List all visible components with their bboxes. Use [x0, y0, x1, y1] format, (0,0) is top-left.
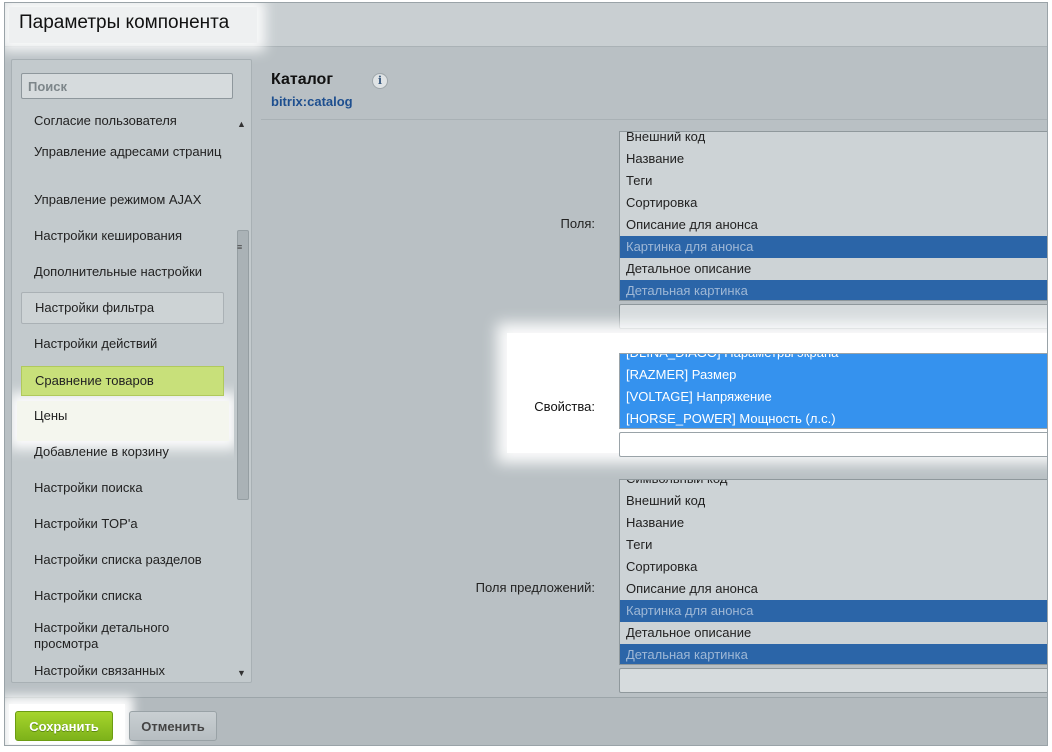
dialog-title: Параметры компонента	[19, 12, 230, 33]
fields-extra-input[interactable]	[619, 304, 1047, 329]
component-code: bitrix:catalog	[271, 94, 353, 109]
search-input[interactable]	[21, 73, 233, 99]
offer-fields-extra-input[interactable]	[619, 668, 1047, 693]
cancel-button[interactable]: Отменить	[129, 711, 217, 741]
properties-listbox[interactable]: [DLINA_DIAGO] Параметры экрана [RAZMER] …	[619, 353, 1047, 429]
sidebar-item-related[interactable]: Настройки связанных	[21, 663, 224, 678]
info-icon[interactable]: i	[372, 73, 388, 89]
component-settings-content: Каталог i bitrix:catalog Поля: Внешний к…	[261, 59, 1047, 699]
fields-option[interactable]: Теги	[620, 170, 1047, 192]
offer-fields-option[interactable]: Символьный код	[620, 480, 1047, 490]
component-settings-dialog: Параметры компонента Согласие пользовате…	[4, 2, 1048, 746]
sidebar-item-actions[interactable]: Настройки действий	[21, 336, 224, 352]
sidebar-item-ajax-mode[interactable]: Управление режимом AJAX	[21, 192, 224, 208]
scroll-thumb[interactable]	[237, 230, 249, 500]
sidebar-item-search[interactable]: Настройки поиска	[21, 480, 224, 496]
offer-fields-listbox[interactable]: Символьный код Внешний код Название Теги…	[619, 479, 1047, 665]
offer-fields-option-selected[interactable]: Картинка для анонса	[620, 600, 1047, 622]
fields-option[interactable]: Внешний код	[620, 132, 1047, 148]
sidebar-scrollbar[interactable]: ▲ ≡ ▼	[235, 116, 251, 678]
fields-option-selected[interactable]: Детальная картинка	[620, 280, 1047, 300]
save-button[interactable]: Сохранить	[15, 711, 113, 741]
fields-option[interactable]: Описание для анонса	[620, 214, 1047, 236]
sidebar-item-list[interactable]: Настройки списка	[21, 588, 224, 604]
scroll-down-arrow-icon[interactable]: ▼	[237, 668, 246, 678]
offer-fields-option[interactable]: Детальное описание	[620, 622, 1047, 644]
sidebar-item-detail[interactable]: Настройки детального просмотра	[21, 620, 224, 652]
sidebar-item-additional[interactable]: Дополнительные настройки	[21, 264, 224, 280]
settings-groups-list: Согласие пользователя Управление адресам…	[12, 108, 234, 678]
sidebar-item-prices[interactable]: Цены	[21, 408, 224, 424]
dialog-footer: Сохранить Отменить	[5, 697, 1047, 745]
fields-option[interactable]: Сортировка	[620, 192, 1047, 214]
fields-option-selected[interactable]: Картинка для анонса	[620, 236, 1047, 258]
properties-option-selected[interactable]: [DLINA_DIAGO] Параметры экрана	[620, 354, 1047, 364]
header-divider	[261, 119, 1047, 120]
dialog-titlebar: Параметры компонента	[5, 3, 1047, 47]
fields-option[interactable]: Название	[620, 148, 1047, 170]
properties-option-selected[interactable]: [VOLTAGE] Напряжение	[620, 386, 1047, 408]
settings-groups-panel: Согласие пользователя Управление адресам…	[11, 59, 252, 683]
offer-fields-option[interactable]: Внешний код	[620, 490, 1047, 512]
fields-option[interactable]: Детальное описание	[620, 258, 1047, 280]
offer-fields-option[interactable]: Теги	[620, 534, 1047, 556]
sidebar-item-caching[interactable]: Настройки кеширования	[21, 228, 224, 244]
properties-option-selected[interactable]: [RAZMER] Размер	[620, 364, 1047, 386]
sidebar-item-page-addresses[interactable]: Управление адресами страниц	[21, 144, 224, 160]
properties-option-selected[interactable]: [HORSE_POWER] Мощность (л.с.)	[620, 408, 1047, 428]
offer-fields-option[interactable]: Название	[620, 512, 1047, 534]
offer-fields-option[interactable]: Сортировка	[620, 556, 1047, 578]
component-title: Каталог	[271, 71, 333, 88]
properties-extra-input[interactable]	[619, 432, 1047, 457]
sidebar-item-add-to-cart[interactable]: Добавление в корзину	[21, 444, 224, 460]
sidebar-item-section-list[interactable]: Настройки списка разделов	[21, 552, 224, 568]
sidebar-item-top[interactable]: Настройки TOP'а	[21, 516, 224, 532]
scroll-up-arrow-icon[interactable]: ▲	[237, 119, 246, 129]
properties-label: Свойства:	[534, 399, 595, 414]
offer-fields-option-selected[interactable]: Детальная картинка	[620, 644, 1047, 664]
sidebar-item-filter[interactable]: Настройки фильтра	[21, 292, 224, 324]
offer-fields-option[interactable]: Описание для анонса	[620, 578, 1047, 600]
sidebar-item-compare[interactable]: Сравнение товаров	[21, 366, 224, 396]
offer-fields-label: Поля предложений:	[475, 580, 595, 595]
scroll-grip-icon: ≡	[237, 242, 243, 252]
fields-label: Поля:	[560, 216, 595, 231]
sidebar-item-user-consent[interactable]: Согласие пользователя	[21, 113, 224, 129]
fields-listbox[interactable]: Внешний код Название Теги Сортировка Опи…	[619, 131, 1047, 301]
